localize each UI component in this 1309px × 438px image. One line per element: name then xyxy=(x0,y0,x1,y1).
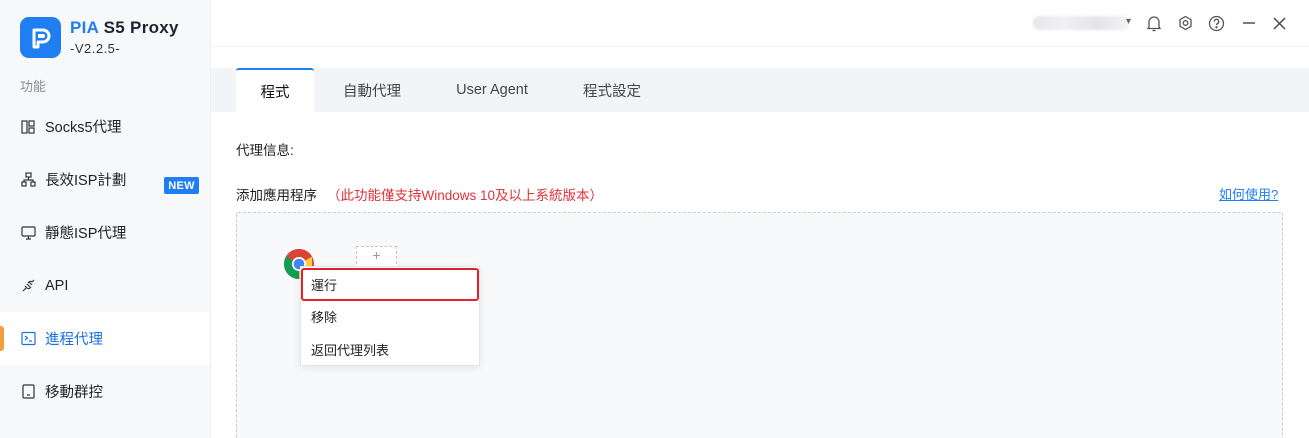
tab-user-agent[interactable]: User Agent xyxy=(441,68,543,112)
proxy-info-label: 代理信息: xyxy=(236,143,294,158)
monitor-icon xyxy=(20,225,36,241)
sidebar-item-api[interactable]: API xyxy=(0,259,210,312)
title-bar: ▾ xyxy=(211,0,1309,47)
network-icon xyxy=(20,172,36,188)
terminal-icon xyxy=(20,331,36,347)
new-badge: NEW xyxy=(164,177,199,194)
bell-icon[interactable] xyxy=(1145,14,1163,32)
menu-item-remove[interactable]: 移除 xyxy=(301,300,479,333)
grid-icon xyxy=(20,119,36,135)
sidebar-item-mobile-control[interactable]: 移動群控 xyxy=(0,365,210,418)
tab-auto-proxy[interactable]: 自動代理 xyxy=(329,68,415,112)
sidebar-nav: Socks5代理 長效ISP計劃 靜態ISP代理 API 進程代理 移動群控 xyxy=(0,100,210,418)
sidebar-item-static-isp[interactable]: 靜態ISP代理 xyxy=(0,206,210,259)
close-icon[interactable] xyxy=(1270,14,1288,32)
sidebar-item-label: API xyxy=(45,277,69,294)
chevron-down-icon[interactable]: ▾ xyxy=(1126,16,1131,27)
plus-icon: + xyxy=(372,247,381,263)
tablet-icon xyxy=(20,384,36,400)
add-app-heading: 添加應用程序 （此功能僅支持Windows 10及以上系統版本） xyxy=(236,184,603,204)
help-icon[interactable] xyxy=(1207,14,1225,32)
brand-suffix: S5 Proxy xyxy=(98,18,179,37)
menu-item-back-to-proxy-list[interactable]: 返回代理列表 xyxy=(301,333,479,366)
section-label: 功能 xyxy=(20,79,47,94)
os-support-note: （此功能僅支持Windows 10及以上系統版本） xyxy=(327,188,604,203)
menu-item-run[interactable]: 運行 xyxy=(301,268,479,301)
user-account-blurred[interactable] xyxy=(1033,16,1129,30)
sidebar-item-label: Socks5代理 xyxy=(45,120,122,136)
tab-program-settings[interactable]: 程式設定 xyxy=(569,68,655,112)
app-logo-icon xyxy=(20,17,61,58)
plug-icon xyxy=(20,278,36,294)
add-app-label: 添加應用程序 xyxy=(236,188,317,203)
context-menu: 運行 移除 返回代理列表 xyxy=(300,266,480,366)
tab-program[interactable]: 程式 xyxy=(236,68,314,112)
brand: PIA S5 Proxy -V2.2.5- xyxy=(20,17,179,58)
tab-bar: 程式 自動代理 User Agent 程式設定 xyxy=(211,68,1309,112)
how-to-use-link[interactable]: 如何使用? xyxy=(1219,184,1278,203)
sidebar: PIA S5 Proxy -V2.2.5- 功能 Socks5代理 長效ISP計… xyxy=(0,0,211,438)
minimize-icon[interactable] xyxy=(1240,14,1258,32)
brand-pia: PIA xyxy=(70,18,99,37)
sidebar-item-process-proxy[interactable]: 進程代理 xyxy=(0,312,210,365)
sidebar-item-label: 移動群控 xyxy=(45,385,103,401)
sidebar-item-label: 進程代理 xyxy=(45,332,103,348)
sidebar-item-socks5[interactable]: Socks5代理 xyxy=(0,100,210,153)
sidebar-item-label: 靜態ISP代理 xyxy=(45,226,127,242)
sidebar-item-label: 長效ISP計劃 xyxy=(45,173,127,189)
settings-icon[interactable] xyxy=(1176,14,1194,32)
app-version: -V2.2.5- xyxy=(70,41,121,56)
app-name: PIA S5 Proxy xyxy=(70,18,179,38)
